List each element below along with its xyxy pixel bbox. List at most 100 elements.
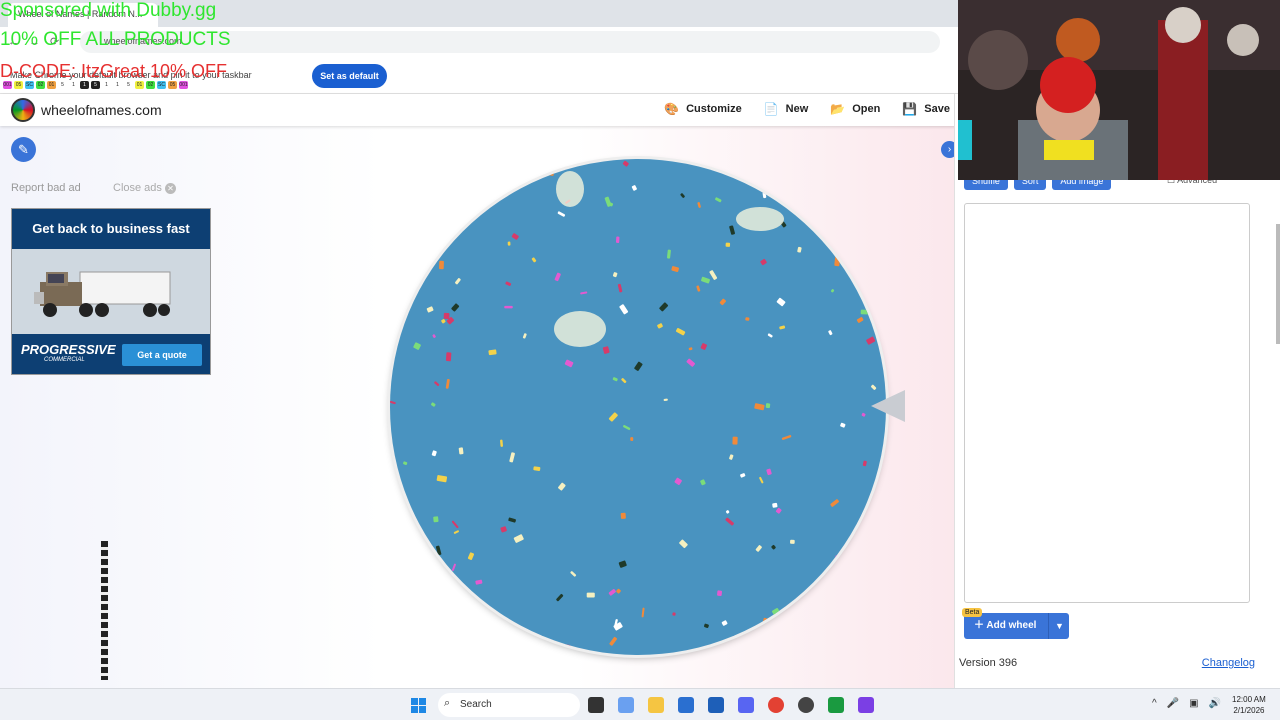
confetti-piece: [836, 211, 843, 215]
confetti-piece: [828, 330, 833, 336]
confetti-piece: [674, 477, 682, 485]
confetti-piece: [840, 422, 846, 428]
search-icon: ⌕: [444, 697, 451, 709]
spin-wheel[interactable]: [390, 159, 886, 655]
add-wheel-dropdown[interactable]: ▼: [1048, 613, 1070, 639]
windows-start-icon[interactable]: [411, 698, 426, 713]
confetti-piece: [434, 381, 440, 387]
confetti-piece: [771, 607, 781, 616]
confetti-piece: [671, 266, 680, 273]
green-app-icon[interactable]: [828, 697, 844, 713]
customize-button[interactable]: 🎨 Customize: [664, 102, 742, 116]
confetti-piece: [441, 319, 446, 324]
confetti-piece: [715, 197, 722, 203]
confetti-piece: [762, 192, 767, 199]
overlay-chip: SC: [157, 81, 166, 89]
confetti-piece: [390, 641, 392, 646]
confetti-piece: [623, 425, 631, 431]
confetti-piece: [570, 571, 577, 577]
overlay-chip: 5: [58, 81, 67, 89]
confetti-piece: [397, 549, 404, 555]
confetti-piece: [455, 278, 461, 285]
file-explorer-icon[interactable]: [648, 697, 664, 713]
confetti-piece: [740, 473, 746, 478]
confetti-piece: [834, 256, 841, 267]
confetti-piece: [861, 412, 866, 417]
confetti-piece: [396, 328, 402, 333]
clock-time: 12:00 AM: [1232, 695, 1266, 704]
confetti-piece: [531, 257, 537, 263]
overlay-chip: 1: [113, 81, 122, 89]
confetti-piece: [760, 258, 767, 266]
confetti-piece: [672, 612, 676, 616]
discord-app-icon[interactable]: [738, 697, 754, 713]
save-button[interactable]: 💾 Save: [902, 102, 950, 116]
confetti-piece: [400, 264, 407, 272]
taskbar-search[interactable]: ⌕ Search: [438, 693, 580, 717]
confetti-piece: [709, 270, 718, 280]
outlook-app-icon[interactable]: [708, 697, 724, 713]
confetti-piece: [700, 479, 706, 486]
site-logo-icon[interactable]: [11, 98, 35, 122]
confetti-piece: [613, 622, 623, 631]
panel-scrollbar[interactable]: [1276, 224, 1280, 344]
ad-footer: PROGRESSIVE COMMERCIAL Get a quote: [12, 334, 210, 374]
clock-date: 2/1/2026: [1233, 706, 1265, 715]
edit-pencil-button[interactable]: ✎: [11, 137, 36, 162]
confetti-piece: [612, 272, 618, 278]
confetti-piece: [866, 336, 876, 345]
confetti-piece: [442, 603, 450, 611]
webcam-image: [958, 0, 1280, 180]
overlay-chip: 1: [102, 81, 111, 89]
confetti-piece: [558, 482, 566, 491]
confetti-piece: [779, 325, 786, 330]
new-label: New: [785, 103, 809, 115]
confetti-piece: [511, 233, 519, 240]
changelog-link[interactable]: Changelog: [1202, 657, 1255, 669]
confetti-piece: [862, 460, 867, 467]
confetti-piece: [729, 225, 735, 235]
report-bad-ad-link[interactable]: Report bad ad: [11, 182, 81, 194]
confetti-piece: [620, 512, 626, 519]
terminal-app-icon[interactable]: [588, 697, 604, 713]
customize-label: Customize: [686, 103, 742, 115]
confetti-piece: [426, 192, 431, 197]
system-tray[interactable]: ^🎤▣🔊: [1152, 698, 1231, 709]
store-app-icon[interactable]: [678, 697, 694, 713]
chrome-app-icon[interactable]: [768, 697, 784, 713]
confetti-piece: [586, 592, 595, 598]
confetti-piece: [721, 620, 728, 626]
confetti-piece: [427, 213, 432, 217]
confetti-piece: [422, 269, 427, 275]
obs-app-icon[interactable]: [798, 697, 814, 713]
confetti-piece: [435, 164, 442, 170]
confetti-piece: [659, 302, 669, 312]
site-header: wheelofnames.com 🎨 Customize 📄 New 📂 Ope…: [0, 94, 958, 126]
advertisement-banner[interactable]: Get back to business fast PROGRESSIVE CO…: [11, 208, 211, 375]
copilot-app-icon[interactable]: [618, 697, 634, 713]
confetti-piece: [426, 618, 433, 626]
confetti-piece: [488, 349, 497, 356]
confetti-piece: [835, 213, 844, 220]
sponsor-overlay-line3: D-CODE: ItzGreat 10% OFF: [0, 61, 228, 81]
taskbar-clock[interactable]: 12:00 AM 2/1/2026: [1232, 694, 1266, 716]
set-as-default-button[interactable]: Set as default: [312, 64, 387, 88]
open-button[interactable]: 📂 Open: [830, 102, 880, 116]
confetti-piece: [700, 343, 708, 350]
new-button[interactable]: 📄 New: [764, 102, 809, 116]
site-name[interactable]: wheelofnames.com: [41, 102, 162, 118]
get-a-quote-button[interactable]: Get a quote: [122, 344, 202, 366]
entries-textarea[interactable]: [964, 203, 1250, 603]
beta-badge: Beta: [962, 608, 983, 617]
confetti-piece: [631, 185, 637, 191]
overlay-chip: 01: [47, 81, 56, 89]
confetti-blur: [554, 311, 606, 347]
taskbar-search-label: Search: [460, 699, 492, 710]
close-ads-link[interactable]: Close ads ✕: [113, 182, 176, 194]
confetti-piece: [445, 352, 452, 362]
confetti-piece: [618, 560, 627, 568]
confetti-piece: [507, 241, 511, 246]
confetti-piece: [776, 297, 786, 307]
purple-app-icon[interactable]: [858, 697, 874, 713]
confetti-piece: [390, 529, 394, 536]
